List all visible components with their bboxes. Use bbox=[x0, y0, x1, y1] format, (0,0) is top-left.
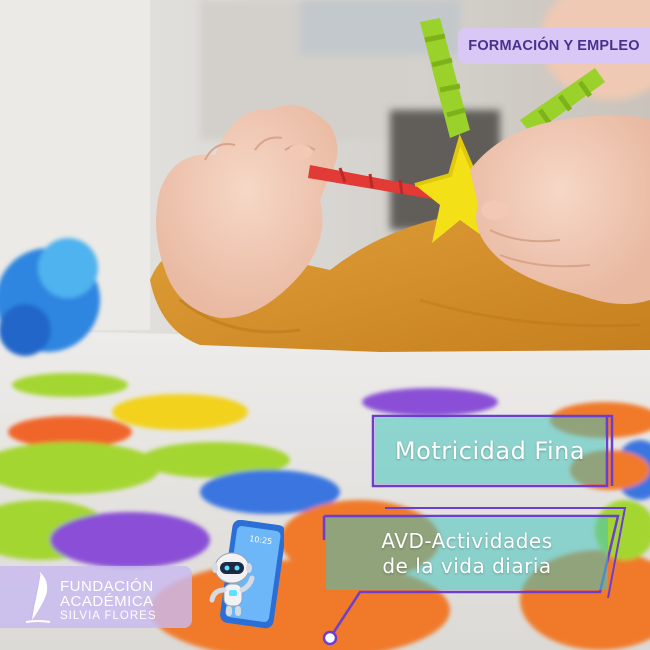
subtitle-line-2: de la vida diaria bbox=[382, 554, 552, 578]
foundation-logo-text: FUNDACIÓN ACADÉMICA SILVIA FLORES bbox=[60, 579, 157, 624]
post-canvas: FORMACIÓN Y EMPLEO Motricidad Fina AVD-A… bbox=[0, 0, 650, 650]
logo-line-1: FUNDACIÓN bbox=[60, 578, 154, 595]
logo-line-2: ACADÉMICA bbox=[60, 593, 154, 610]
subtitle-line-1: AVD-Actividades bbox=[381, 529, 553, 553]
logo-line-3: SILVIA FLORES bbox=[60, 610, 157, 622]
title-text: Motricidad Fina bbox=[394, 437, 586, 465]
feather-quill-icon bbox=[25, 572, 51, 623]
title-panel: Motricidad Fina bbox=[375, 418, 605, 484]
robot-phone-illustration: 10:25 bbox=[209, 520, 284, 629]
category-badge: FORMACIÓN Y EMPLEO bbox=[458, 28, 650, 64]
subtitle-panel: AVD-Actividades de la vida diaria bbox=[326, 518, 608, 590]
